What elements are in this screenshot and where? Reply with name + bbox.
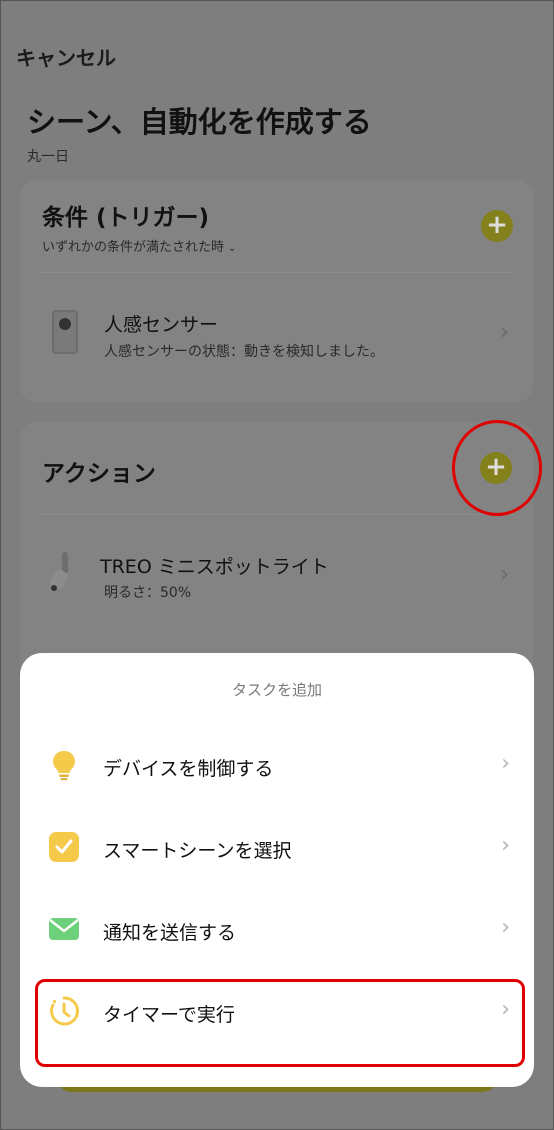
highlight-rect-annotation (35, 979, 525, 1067)
highlight-circle-annotation (452, 420, 542, 516)
divider (40, 514, 513, 515)
task-select-scene[interactable]: スマートシーンを選択 › (20, 807, 534, 889)
add-condition-button[interactable]: + (481, 210, 513, 242)
divider (40, 272, 513, 273)
task-send-notification[interactable]: 通知を送信する › (20, 889, 534, 971)
conditions-title: 条件 (トリガー) (42, 205, 210, 231)
action-device-description: 明るさ：50% (104, 585, 192, 601)
checkbox-icon (49, 832, 79, 862)
chevron-right-icon: › (500, 320, 509, 345)
task-label: デバイスを制御する (103, 758, 274, 780)
cancel-button[interactable]: キャンセル (16, 42, 116, 71)
chevron-right-icon: › (500, 562, 509, 587)
task-control-device[interactable]: デバイスを制御する › (20, 725, 534, 807)
schedule-subtitle[interactable]: 丸一日 (27, 146, 69, 166)
conditions-match-dropdown[interactable]: いずれかの条件が満たされた時 ⌄ (42, 236, 236, 255)
chevron-right-icon: › (501, 751, 510, 776)
chevron-down-icon: ⌄ (228, 243, 237, 254)
conditions-match-label: いずれかの条件が満たされた時 (42, 240, 225, 255)
task-label: スマートシーンを選択 (103, 840, 292, 862)
chevron-right-icon: › (501, 833, 510, 858)
mail-icon (49, 918, 79, 940)
condition-device-description: 人感センサーの状態：動きを検知しました。 (104, 344, 384, 360)
actions-title: アクション (42, 461, 156, 487)
motion-sensor-icon (52, 310, 78, 354)
lightbulb-icon (53, 751, 75, 781)
condition-device-name: 人感センサー (104, 314, 219, 336)
spotlight-icon (49, 552, 69, 591)
sheet-title: タスクを追加 (231, 681, 322, 699)
condition-device-row[interactable]: 人感センサー 人感センサーの状態：動きを検知しました。 › (20, 290, 533, 380)
page-title: シーン、自動化を作成する (27, 105, 372, 139)
action-device-row[interactable]: TREO ミニスポットライト 明るさ：50% › (20, 542, 533, 612)
action-device-name: TREO ミニスポットライト (100, 556, 329, 578)
task-label: 通知を送信する (103, 922, 237, 944)
chevron-right-icon: › (501, 915, 510, 940)
conditions-card: 条件 (トリガー) いずれかの条件が満たされた時 ⌄ + 人感センサー 人感センサ… (20, 180, 533, 402)
